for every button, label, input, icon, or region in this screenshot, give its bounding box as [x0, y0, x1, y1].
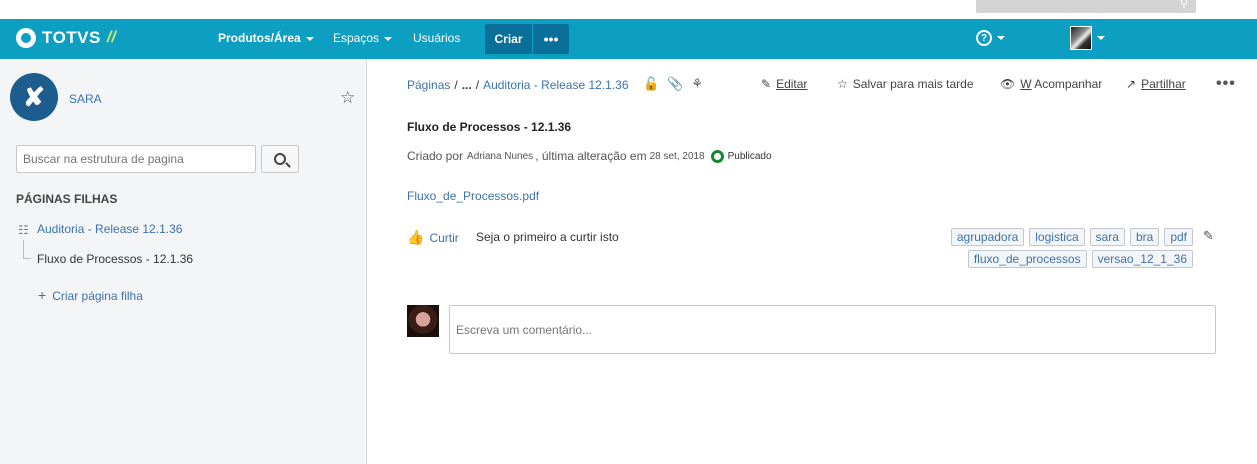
watch-button[interactable]: 👁 W Acompanhar — [1000, 77, 1102, 91]
logo-text: TOTVS — [42, 28, 101, 47]
star-icon[interactable]: ☆ — [340, 88, 355, 108]
label-tag[interactable]: bra — [1129, 228, 1160, 246]
status-badge: Publicado — [727, 150, 772, 162]
create-child-label: Criar página filha — [52, 289, 143, 303]
create-child-page-link[interactable]: + Criar página filha — [38, 287, 143, 303]
logo-slash: // — [106, 29, 116, 46]
breadcrumb-ellipsis[interactable]: ... — [462, 78, 472, 92]
share-icon: ↗ — [1126, 77, 1137, 91]
label-tag[interactable]: versao_12_1_36 — [1091, 250, 1193, 268]
comment-input[interactable] — [449, 305, 1216, 354]
last-modified-date[interactable]: 28 set, 2018 — [650, 151, 705, 162]
label-tag[interactable]: logistica — [1029, 228, 1085, 246]
labels-list: agrupadora logistica sara bra pdf fluxo_… — [837, 228, 1193, 268]
avatar — [1070, 26, 1092, 50]
page-tree-link-icon[interactable]: ⚘ — [691, 76, 703, 92]
thumbs-up-icon: 👍 — [407, 229, 425, 245]
like-summary: Seja o primeiro a curtir isto — [476, 230, 619, 244]
edit-button[interactable]: ✎ Editar — [761, 77, 807, 91]
page-status-icons: 🔓 📎 ⚘ — [643, 76, 703, 92]
top-nav-bar: TOTVS // Produtos/Área Espaços Usuários … — [0, 19, 1257, 59]
chevron-down-icon — [305, 36, 314, 41]
space-logo[interactable]: ✘ — [10, 73, 58, 121]
totvs-logo[interactable]: TOTVS // — [16, 28, 116, 48]
top-strip: ⚲ — [0, 0, 1257, 19]
create-button[interactable]: Criar — [485, 24, 532, 54]
attachment-icon[interactable]: 📎 — [667, 76, 683, 92]
nav-usuarios[interactable]: Usuários — [413, 31, 460, 45]
like-label: Curtir — [429, 230, 459, 245]
nav-espacos-label: Espaços — [333, 31, 380, 45]
published-status-icon — [710, 149, 724, 163]
chevron-down-icon — [997, 36, 1005, 40]
nav-produtos-label: Produtos/Área — [218, 31, 301, 45]
nav-produtos-area[interactable]: Produtos/Área — [218, 31, 314, 45]
tree-item-parent[interactable]: Auditoria - Release 12.1.36 — [37, 222, 182, 236]
nav-espacos[interactable]: Espaços — [333, 31, 393, 45]
help-menu[interactable]: ? — [976, 30, 1005, 46]
plus-icon: + — [38, 287, 47, 303]
more-actions-button[interactable]: ••• — [1216, 75, 1236, 93]
label-tag[interactable]: pdf — [1164, 228, 1193, 246]
tree-connector — [23, 240, 31, 259]
page-meta: Criado por Adriana Nunes , última altera… — [407, 149, 772, 163]
like-button[interactable]: 👍 Curtir — [407, 229, 459, 246]
star-icon: ☆ — [837, 77, 848, 91]
author-link[interactable]: Adriana Nunes — [467, 151, 533, 162]
pencil-icon: ✎ — [761, 77, 772, 91]
space-name[interactable]: SARA — [69, 92, 102, 106]
search-icon: ⚲ — [1179, 0, 1188, 10]
breadcrumb-parent[interactable]: Auditoria - Release 12.1.36 — [483, 78, 628, 92]
global-search-bar[interactable]: ⚲ — [976, 0, 1196, 13]
watch-label: Acompanhar — [1031, 77, 1103, 91]
chevron-down-icon — [1097, 36, 1105, 40]
child-pages-title: PÁGINAS FILHAS — [16, 192, 118, 206]
tree-item-current[interactable]: Fluxo de Processos - 12.1.36 — [37, 252, 193, 266]
create-more-button[interactable]: ••• — [533, 24, 569, 54]
breadcrumb-root[interactable]: Páginas — [407, 78, 450, 92]
search-icon — [274, 153, 286, 165]
eye-icon: 👁 — [1000, 77, 1016, 91]
edit-label: Editar — [776, 77, 808, 91]
main-content: Páginas /... / Auditoria - Release 12.1.36 … — [368, 59, 1257, 464]
user-menu[interactable] — [1070, 26, 1105, 50]
save-later-button[interactable]: ☆ Salvar para mais tarde — [837, 77, 974, 91]
edit-labels-icon[interactable]: ✎ — [1203, 228, 1214, 244]
page-tree-search-button[interactable] — [261, 145, 299, 173]
page-tree-icon: ☷ — [18, 223, 29, 237]
share-label: Partilhar — [1141, 77, 1186, 91]
breadcrumb-sep: / — [475, 78, 480, 92]
share-button[interactable]: ↗ Partilhar — [1126, 77, 1186, 91]
nav-usuarios-label: Usuários — [413, 31, 461, 45]
page-title: Fluxo de Processos - 12.1.36 — [407, 120, 572, 134]
attachment-link[interactable]: Fluxo_de_Processos.pdf — [407, 189, 539, 203]
meta-mid: , última alteração em — [535, 149, 647, 163]
sidebar: ✘ SARA ☆ PÁGINAS FILHAS ☷ Auditoria - Re… — [0, 59, 367, 464]
label-tag[interactable]: agrupadora — [950, 228, 1025, 246]
help-icon: ? — [976, 30, 992, 46]
meta-prefix: Criado por — [407, 149, 464, 163]
save-later-label: Salvar para mais tarde — [852, 77, 974, 91]
breadcrumb: Páginas /... / Auditoria - Release 12.1.36 — [407, 78, 629, 92]
chevron-down-icon — [384, 36, 393, 41]
label-tag[interactable]: sara — [1089, 228, 1125, 246]
unlock-icon[interactable]: 🔓 — [643, 76, 659, 92]
avatar — [407, 305, 439, 337]
label-tag[interactable]: fluxo_de_processos — [967, 250, 1087, 268]
totvs-logo-icon — [16, 28, 36, 48]
page-tree-search-input[interactable] — [16, 145, 256, 173]
breadcrumb-sep: / — [454, 78, 458, 92]
watch-shortcut: W — [1020, 77, 1032, 91]
